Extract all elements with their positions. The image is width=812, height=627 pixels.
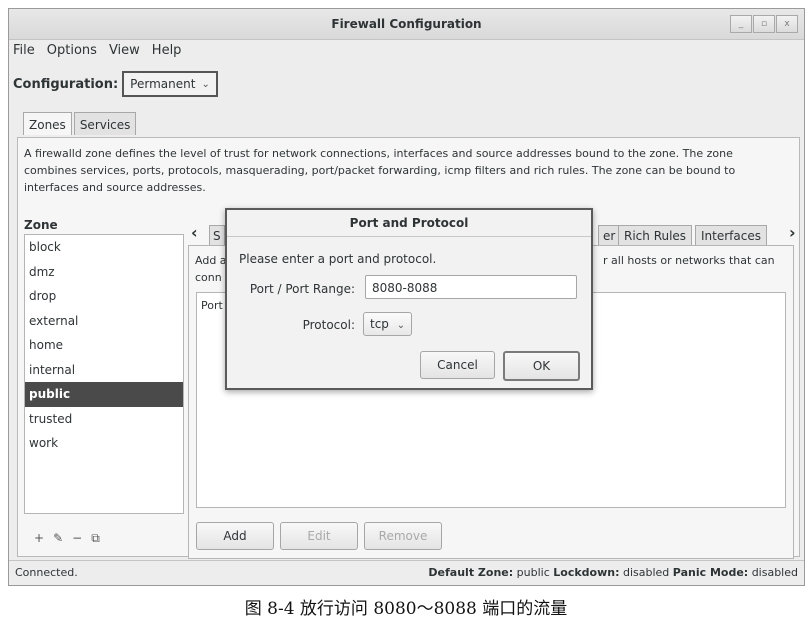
zone-item-work[interactable]: work: [25, 431, 183, 456]
title-bar[interactable]: Firewall Configuration _ ▫ x: [9, 9, 804, 40]
load-defaults-icon[interactable]: ⧉: [91, 531, 100, 546]
close-button[interactable]: x: [776, 15, 798, 33]
ports-info-left-2: conn: [195, 271, 222, 284]
ports-info-left-1: Add a: [195, 254, 227, 267]
edit-button[interactable]: Edit: [280, 522, 358, 550]
figure-caption: 图 8-4 放行访问 8080～8088 端口的流量: [244, 599, 568, 619]
port-range-label: Port / Port Range:: [249, 282, 355, 296]
menu-help[interactable]: Help: [152, 43, 182, 58]
panic-mode-value: disabled: [751, 566, 798, 579]
remove-zone-icon[interactable]: −: [72, 531, 82, 546]
port-protocol-dialog: Port and Protocol Please enter a port an…: [225, 208, 593, 390]
column-header-port[interactable]: Port: [201, 299, 223, 312]
zone-description: A firewalld zone defines the level of tr…: [24, 147, 736, 194]
chevron-left-icon[interactable]: ‹: [191, 223, 198, 242]
main-tabs: Zones Services: [23, 112, 138, 135]
menu-view[interactable]: View: [109, 43, 140, 58]
chevron-down-icon: ⌄: [201, 78, 210, 90]
remove-button[interactable]: Remove: [364, 522, 442, 550]
configuration-value: Permanent: [130, 77, 196, 91]
window-title: Firewall Configuration: [331, 17, 482, 31]
menu-file[interactable]: File: [13, 43, 35, 58]
add-button[interactable]: Add: [196, 522, 274, 550]
add-zone-icon[interactable]: +: [34, 531, 44, 546]
configuration-row: Configuration: Permanent ⌄: [13, 71, 218, 97]
dialog-prompt: Please enter a port and protocol.: [239, 252, 437, 266]
connection-status: Connected.: [15, 566, 78, 579]
zone-item-block[interactable]: block: [25, 235, 183, 260]
zone-toolbar: + ✎ − ⧉: [34, 531, 109, 546]
window-controls: _ ▫ x: [729, 15, 798, 33]
ports-buttons: Add Edit Remove: [196, 522, 442, 550]
ports-info-right: r all hosts or networks that can: [603, 254, 775, 267]
cancel-button[interactable]: Cancel: [420, 351, 495, 379]
protocol-label: Protocol:: [302, 318, 355, 332]
zone-item-drop[interactable]: drop: [25, 284, 183, 309]
lockdown-value: disabled: [622, 566, 670, 579]
menu-options[interactable]: Options: [47, 43, 97, 58]
configuration-label: Configuration:: [13, 76, 119, 92]
protocol-value: tcp: [370, 317, 389, 331]
tab-rich-rules[interactable]: Rich Rules: [618, 225, 693, 246]
chevron-down-icon: ⌄: [396, 320, 406, 331]
protocol-select[interactable]: tcp ⌄: [363, 312, 413, 336]
port-range-input[interactable]: 8080-8088: [365, 275, 577, 299]
tab-partial-right[interactable]: er: [598, 225, 621, 246]
menu-bar: File Options View Help: [13, 43, 193, 58]
default-zone-label: Default Zone:: [428, 566, 514, 579]
minimize-button[interactable]: _: [730, 15, 752, 33]
zone-list: block dmz drop external home internal pu…: [24, 234, 184, 514]
zone-item-dmz[interactable]: dmz: [25, 260, 183, 285]
zone-header: Zone: [24, 218, 58, 232]
maximize-button[interactable]: ▫: [753, 15, 775, 33]
chevron-right-icon[interactable]: ›: [789, 223, 796, 242]
ok-button[interactable]: OK: [503, 351, 580, 381]
zone-item-internal[interactable]: internal: [25, 358, 183, 383]
panic-mode-label: Panic Mode:: [672, 566, 749, 579]
zone-status: Default Zone: public Lockdown: disabled …: [428, 566, 798, 579]
edit-zone-icon[interactable]: ✎: [53, 531, 63, 546]
zone-item-external[interactable]: external: [25, 309, 183, 334]
dialog-divider: [227, 236, 591, 237]
tab-services[interactable]: Services: [73, 112, 137, 135]
zone-item-public[interactable]: public: [25, 382, 183, 407]
zone-item-trusted[interactable]: trusted: [25, 407, 183, 432]
zone-item-home[interactable]: home: [25, 333, 183, 358]
default-zone-value: public: [516, 566, 550, 579]
tab-interfaces[interactable]: Interfaces: [695, 225, 767, 246]
tab-zones[interactable]: Zones: [23, 112, 72, 135]
lockdown-label: Lockdown:: [553, 566, 620, 579]
tab-services-partial[interactable]: S: [209, 225, 225, 246]
configuration-select[interactable]: Permanent ⌄: [122, 71, 218, 97]
dialog-title: Port and Protocol: [349, 216, 469, 230]
status-bar: Connected. Default Zone: public Lockdown…: [9, 560, 804, 585]
